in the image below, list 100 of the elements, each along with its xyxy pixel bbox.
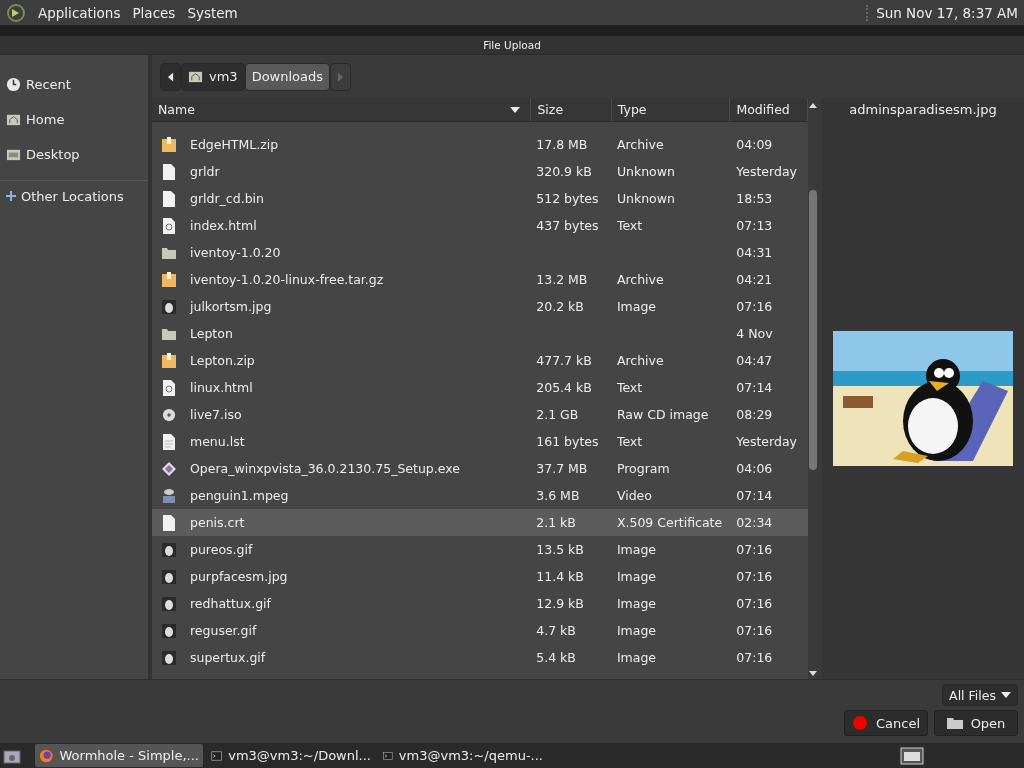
file-filter-dropdown[interactable]: All Files: [942, 684, 1018, 706]
column-header[interactable]: Name: [152, 98, 532, 121]
file-size: 320.9 kB: [536, 164, 592, 179]
back-button[interactable]: [160, 62, 181, 91]
modified-date: 07:14: [736, 488, 773, 503]
file-size: 512 bytes: [536, 191, 599, 206]
text-file-icon: [162, 433, 176, 450]
file-type: Text: [616, 218, 643, 233]
document-icon: [162, 163, 176, 180]
archive-icon: [162, 136, 176, 153]
app-logo-icon[interactable]: [6, 2, 26, 23]
modified-date: 04:21: [736, 272, 773, 287]
file-row[interactable]: supertux.gif 5.4 kB Image 07:16: [152, 644, 808, 671]
modified-date: 07:14: [736, 380, 773, 395]
file-type: Image: [616, 623, 657, 638]
file-row[interactable]: Lepton.zip 477.7 kB Archive 04:47: [152, 347, 808, 374]
file-row[interactable]: redhattux.gif 12.9 kB Image 07:16: [152, 590, 808, 617]
path-segment[interactable]: Downloads: [244, 62, 331, 91]
file-type: Image: [616, 299, 657, 314]
file-row[interactable]: grldr_cd.bin 512 bytes Unknown 18:53: [152, 185, 808, 212]
sidebar-item[interactable]: Desktop: [0, 137, 148, 172]
file-type: Image: [616, 596, 657, 611]
image-thumbnail-icon: [162, 541, 176, 558]
file-row[interactable]: pureos.gif 13.5 kB Image 07:16: [152, 536, 808, 563]
modified-date: 07:16: [736, 542, 773, 557]
file-row[interactable]: linux.html 205.4 kB Text 07:14: [152, 374, 808, 401]
file-row[interactable]: Opera_winxpvista_36.0.2130.75_Setup.exe 37.7 MB Program 04:06: [152, 455, 808, 482]
file-row[interactable]: menu.lst 161 bytes Text Yesterday: [152, 428, 808, 455]
web-document-icon: [162, 379, 176, 396]
modified-date: 07:16: [736, 650, 773, 665]
panel-menu[interactable]: Places: [132, 4, 176, 21]
file-row[interactable]: live7.iso 2.1 GB Raw CD image 08:29: [152, 401, 808, 428]
file-row[interactable]: penguin1.mpeg 3.6 MB Video 07:14: [152, 482, 808, 509]
file-name: Lepton.zip: [190, 353, 255, 368]
window-title: File Upload: [0, 36, 1024, 55]
modified-date: 02:34: [736, 515, 773, 530]
sidebar-item[interactable]: Home: [0, 102, 148, 137]
file-row[interactable]: purpfacesm.jpg 11.4 kB Image 07:16: [152, 563, 808, 590]
modified-date: 04:47: [736, 353, 773, 368]
column-header[interactable]: Type: [611, 98, 731, 121]
scroll-down-arrow-icon[interactable]: [809, 671, 817, 676]
sidebar-item[interactable]: Other Locations: [0, 180, 148, 211]
file-row[interactable]: reguser.gif 4.7 kB Image 07:16: [152, 617, 808, 644]
cancel-button[interactable]: Cancel: [844, 710, 928, 736]
file-size: 3.6 MB: [536, 488, 580, 503]
taskbar-task[interactable]: vm3@vm3:~/qemu-...: [379, 744, 547, 767]
file-name: live7.iso: [190, 407, 242, 422]
modified-date: 07:16: [736, 299, 773, 314]
file-type: Archive: [616, 137, 664, 152]
file-size: 11.4 kB: [536, 569, 584, 584]
file-type: Unknown: [616, 191, 675, 206]
panel-menu[interactable]: System: [187, 4, 238, 21]
disc-icon: [162, 406, 176, 423]
file-size: 205.4 kB: [536, 380, 592, 395]
home-folder-icon: [6, 112, 21, 127]
file-type: Raw CD image: [616, 407, 709, 422]
file-size: 4.7 kB: [536, 623, 576, 638]
image-thumbnail-icon: [162, 298, 176, 315]
file-name: iventoy-1.0.20: [190, 245, 281, 260]
file-row[interactable]: index.html 437 bytes Text 07:13: [152, 212, 808, 239]
clock[interactable]: Sun Nov 17, 8:37 AM: [866, 4, 1018, 21]
home-folder-icon: [188, 69, 203, 84]
file-name: EdgeHTML.zip: [190, 137, 279, 152]
column-header[interactable]: Size: [531, 98, 612, 121]
dropdown-caret-icon: [1001, 692, 1011, 698]
file-name: menu.lst: [190, 434, 245, 449]
modified-date: 04:09: [736, 137, 773, 152]
file-name: Opera_winxpvista_36.0.2130.75_Setup.exe: [190, 461, 460, 476]
file-type: Archive: [616, 272, 664, 287]
path-segment[interactable]: vm3: [181, 62, 245, 91]
folder-icon: [946, 715, 963, 731]
file-row[interactable]: iventoy-1.0.20-linux-free.tar.gz 13.2 MB Archive 04:21: [152, 266, 808, 293]
taskbar-task[interactable]: vm3@vm3:~/Downl...: [207, 744, 375, 767]
modified-date: 07:16: [736, 623, 773, 638]
modified-date: Yesterday: [736, 434, 797, 449]
image-thumbnail-icon: [162, 622, 176, 639]
panel-menu[interactable]: Applications: [38, 4, 121, 21]
file-name: index.html: [190, 218, 257, 233]
file-size: 13.2 MB: [536, 272, 588, 287]
sidebar-item[interactable]: Recent: [0, 67, 148, 102]
right-arrow-icon: [337, 71, 345, 82]
show-desktop-icon[interactable]: [3, 747, 21, 764]
file-row[interactable]: julkortsm.jpg 20.2 kB Image 07:16: [152, 293, 808, 320]
open-button[interactable]: Open: [934, 710, 1018, 736]
scroll-up-arrow-icon[interactable]: [809, 103, 817, 108]
modified-date: 08:29: [736, 407, 773, 422]
file-row[interactable]: grldr 320.9 kB Unknown Yesterday: [152, 158, 808, 185]
file-row[interactable]: penis.crt 2.1 kB X.509 Certificate 02:34: [152, 509, 808, 536]
taskbar-task[interactable]: Wormhole - Simple,...: [35, 744, 203, 767]
modified-date: 07:13: [736, 218, 773, 233]
web-document-icon: [162, 217, 176, 234]
workspace-switcher-icon[interactable]: [900, 746, 924, 765]
modified-date: 07:16: [736, 569, 773, 584]
archive-icon: [162, 352, 176, 369]
clock-icon: [6, 77, 21, 92]
file-row[interactable]: iventoy-1.0.20 04:31: [152, 239, 808, 266]
file-row[interactable]: EdgeHTML.zip 17.8 MB Archive 04:09: [152, 131, 808, 158]
file-type: Image: [616, 542, 657, 557]
forward-button[interactable]: [330, 62, 352, 91]
file-row[interactable]: Lepton 4 Nov: [152, 320, 808, 347]
